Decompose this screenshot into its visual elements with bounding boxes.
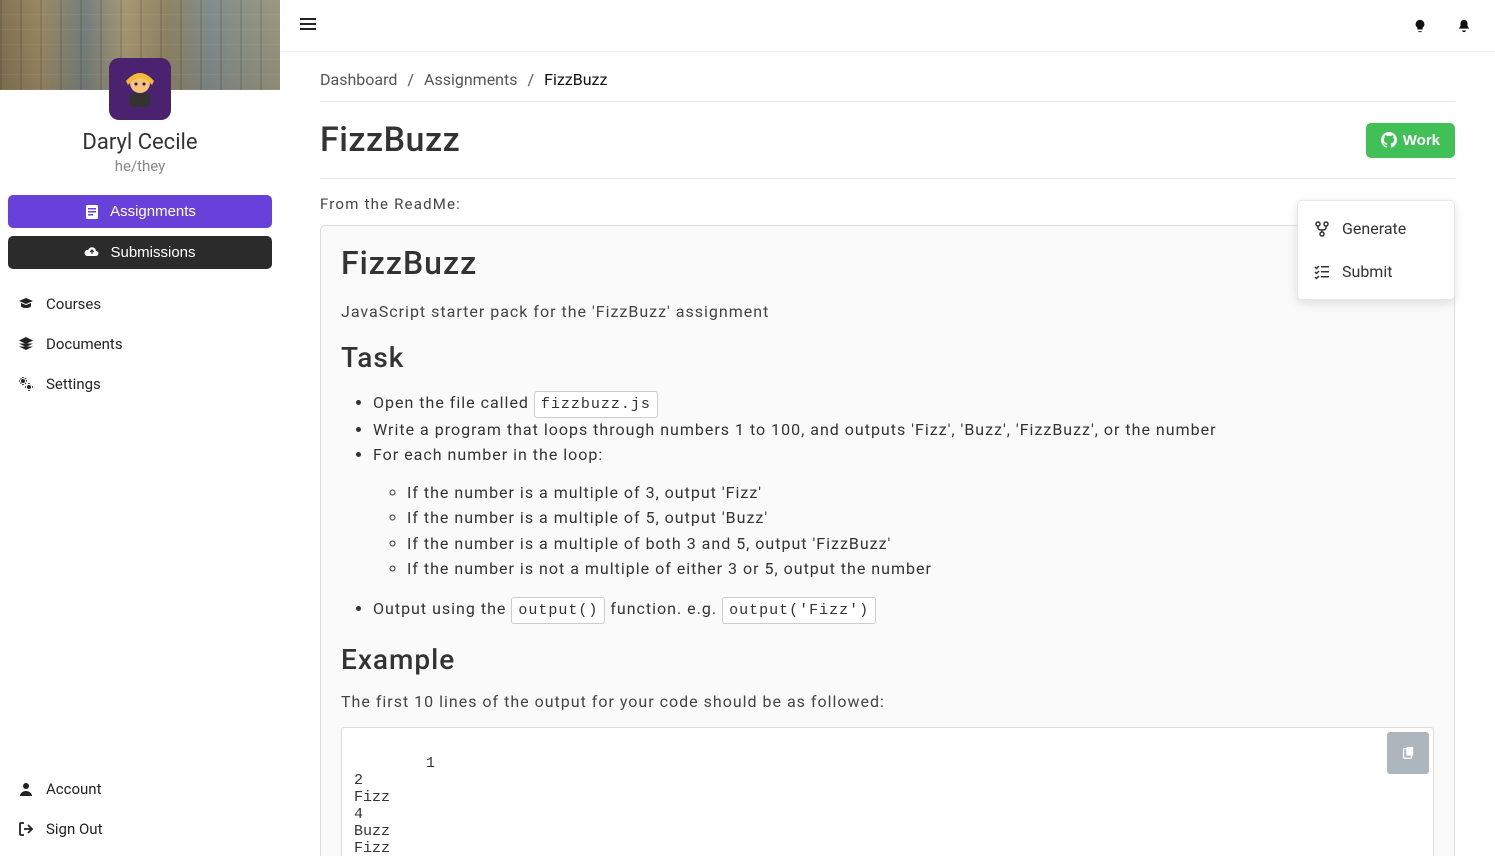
task-item: For each number in the loop: If the numb… bbox=[373, 442, 1434, 596]
github-icon bbox=[1381, 132, 1397, 148]
breadcrumb: Dashboard / Assignments / FizzBuzz bbox=[320, 70, 1455, 102]
breadcrumb-current: FizzBuzz bbox=[544, 70, 607, 89]
signout-icon bbox=[18, 821, 34, 837]
checklist-icon bbox=[1314, 264, 1330, 280]
readme-h1: FizzBuzz bbox=[341, 244, 1434, 282]
task-subitem: If the number is a multiple of 3, output… bbox=[407, 480, 1434, 505]
breadcrumb-sep: / bbox=[528, 70, 535, 89]
example-output-block: 1 2 Fizz 4 Buzz Fizz bbox=[341, 727, 1434, 856]
work-button[interactable]: Work bbox=[1366, 123, 1455, 158]
user-name: Daryl Cecile bbox=[0, 130, 280, 155]
sidebar: Daryl Cecile he/they Assignments Submiss… bbox=[0, 0, 280, 856]
breadcrumb-sep: / bbox=[407, 70, 414, 89]
nav-signout[interactable]: Sign Out bbox=[18, 820, 262, 838]
user-pronoun: he/they bbox=[0, 157, 280, 175]
task-item: Write a program that loops through numbe… bbox=[373, 417, 1434, 442]
content: Dashboard / Assignments / FizzBuzz FizzB… bbox=[280, 52, 1495, 856]
layers-icon bbox=[18, 336, 34, 352]
task-subitem: If the number is not a multiple of eithe… bbox=[407, 556, 1434, 581]
fork-icon bbox=[1314, 221, 1330, 237]
code-output-example: output('Fizz') bbox=[722, 597, 876, 624]
nav-documents[interactable]: Documents bbox=[18, 335, 262, 353]
nav-documents-label: Documents bbox=[46, 335, 123, 353]
dropdown-generate-label: Generate bbox=[1342, 219, 1406, 238]
nav-courses-label: Courses bbox=[46, 295, 101, 313]
nav-settings-label: Settings bbox=[46, 375, 101, 393]
task-item: Open the file called fizzbuzz.js bbox=[373, 390, 1434, 417]
readme-example-text: The first 10 lines of the output for you… bbox=[341, 692, 1434, 711]
page-title: FizzBuzz bbox=[320, 120, 1366, 160]
main: Dashboard / Assignments / FizzBuzz FizzB… bbox=[280, 0, 1495, 856]
dropdown-submit-label: Submit bbox=[1342, 262, 1392, 281]
sidebar-toggle[interactable] bbox=[300, 16, 316, 36]
readme-task-heading: Task bbox=[341, 341, 1434, 374]
breadcrumb-assignments[interactable]: Assignments bbox=[424, 70, 518, 89]
dropdown-submit[interactable]: Submit bbox=[1298, 250, 1454, 293]
readme-label: From the ReadMe: bbox=[320, 179, 1455, 225]
graduation-cap-icon bbox=[18, 296, 34, 312]
nav-assignments-label: Assignments bbox=[110, 203, 196, 220]
theme-toggle[interactable] bbox=[1403, 9, 1437, 43]
lightbulb-icon bbox=[1413, 19, 1427, 33]
breadcrumb-dashboard[interactable]: Dashboard bbox=[320, 70, 397, 89]
copy-button[interactable] bbox=[1387, 732, 1429, 774]
nav-account[interactable]: Account bbox=[18, 780, 262, 798]
dropdown-generate[interactable]: Generate bbox=[1298, 207, 1454, 250]
readme-example-heading: Example bbox=[341, 643, 1434, 676]
nav-footer: Account Sign Out bbox=[0, 780, 280, 856]
task-list: Open the file called fizzbuzz.js Write a… bbox=[341, 390, 1434, 623]
nav-settings[interactable]: Settings bbox=[18, 375, 262, 393]
hamburger-icon bbox=[300, 16, 316, 32]
work-button-label: Work bbox=[1403, 132, 1440, 149]
notifications[interactable] bbox=[1447, 9, 1481, 43]
page-title-row: FizzBuzz Work bbox=[320, 102, 1455, 179]
readme-intro: JavaScript starter pack for the 'FizzBuz… bbox=[341, 302, 1434, 321]
work-dropdown: Generate Submit bbox=[1297, 200, 1455, 300]
readme-box: FizzBuzz JavaScript starter pack for the… bbox=[320, 225, 1455, 856]
nav-submissions-label: Submissions bbox=[110, 244, 195, 261]
code-output-fn: output() bbox=[511, 597, 605, 624]
gears-icon bbox=[18, 376, 34, 392]
avatar[interactable] bbox=[109, 58, 171, 120]
nav-courses[interactable]: Courses bbox=[18, 295, 262, 313]
code-filename: fizzbuzz.js bbox=[534, 391, 658, 418]
topbar bbox=[280, 0, 1495, 52]
example-output: 1 2 Fizz 4 Buzz Fizz bbox=[354, 755, 435, 856]
nav-account-label: Account bbox=[46, 780, 102, 798]
nav-secondary: Courses Documents Settings bbox=[0, 277, 280, 393]
task-sublist: If the number is a multiple of 3, output… bbox=[373, 480, 1434, 581]
bell-icon bbox=[1457, 19, 1471, 33]
nav-assignments[interactable]: Assignments bbox=[8, 195, 272, 228]
copy-icon bbox=[1401, 746, 1415, 760]
user-icon bbox=[18, 781, 34, 797]
task-item: Output using the output() function. e.g.… bbox=[373, 596, 1434, 623]
nav-primary: Assignments Submissions bbox=[0, 175, 280, 277]
task-subitem: If the number is a multiple of both 3 an… bbox=[407, 531, 1434, 556]
task-subitem: If the number is a multiple of 5, output… bbox=[407, 505, 1434, 530]
nav-submissions[interactable]: Submissions bbox=[8, 236, 272, 269]
nav-signout-label: Sign Out bbox=[46, 820, 102, 838]
